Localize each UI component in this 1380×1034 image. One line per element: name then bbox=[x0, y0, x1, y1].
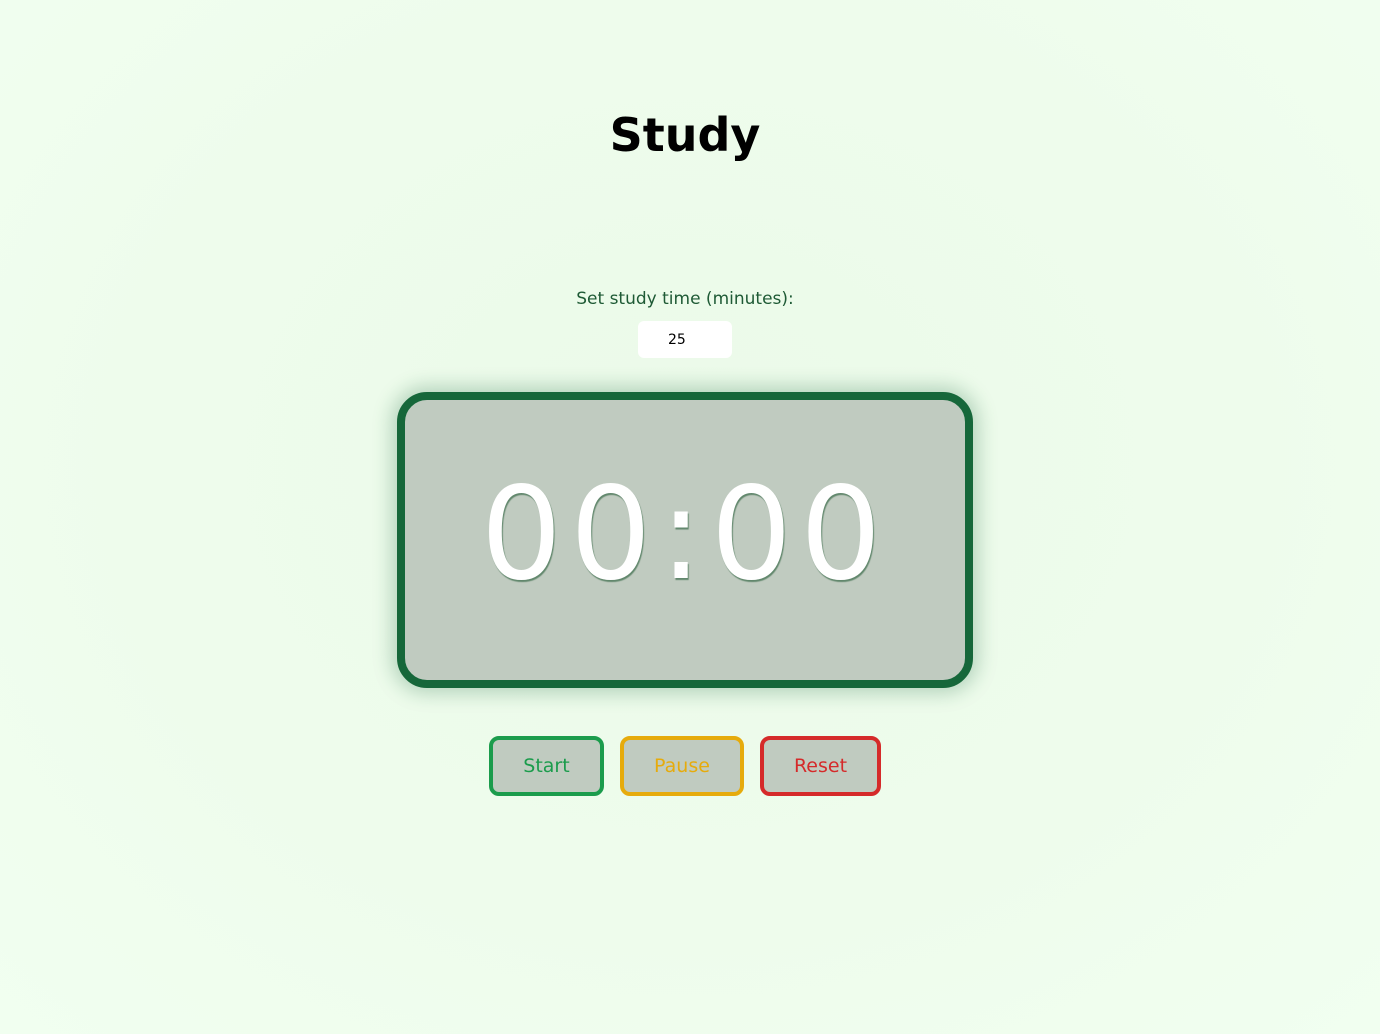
timer-display: 00:00 bbox=[480, 460, 890, 609]
start-button[interactable]: Start bbox=[489, 736, 604, 796]
pause-button[interactable]: Pause bbox=[620, 736, 744, 796]
page-title: Study bbox=[609, 107, 761, 162]
timer-card: 00:00 bbox=[397, 392, 973, 688]
study-time-label: Set study time (minutes): bbox=[576, 289, 794, 309]
study-time-input[interactable] bbox=[638, 321, 732, 358]
reset-button[interactable]: Reset bbox=[760, 736, 881, 796]
